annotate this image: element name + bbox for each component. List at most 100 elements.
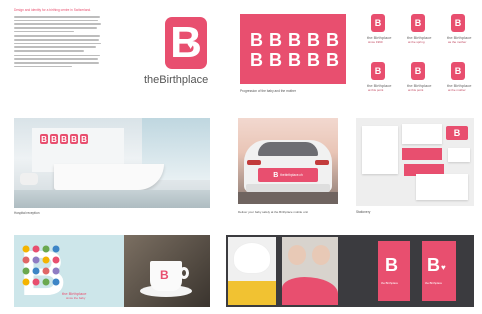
variation-b-5: B — [326, 30, 339, 50]
grid-logo-sub-2: at the spring — [408, 40, 425, 44]
grid-logo-b-3: B — [451, 14, 465, 32]
book-baby-figure-16 — [52, 278, 60, 286]
logo-heart-icon: ♥ — [187, 38, 195, 52]
car-ground — [238, 192, 338, 204]
book-baby-figure-5 — [22, 256, 30, 264]
variation-b-7: B — [269, 50, 282, 70]
reception-caption: Hospital reception — [14, 211, 40, 215]
sign-b-4: B — [70, 134, 78, 144]
sign-b-3: B — [60, 134, 68, 144]
reception-floor — [14, 190, 210, 208]
mug-photo: B — [124, 235, 210, 307]
wordmark-name: Birthplace — [159, 74, 209, 86]
poster-pink-1-label: the Birthplace — [381, 281, 399, 285]
car-caption: Deliver your baby safely at the Birthpla… — [238, 210, 308, 214]
book-baby-figure-15 — [42, 278, 50, 286]
reception-chair — [20, 173, 38, 185]
book-baby-figure-2 — [32, 245, 40, 253]
book-baby-figure-7 — [42, 256, 50, 264]
logo-b-mark: B — [165, 17, 207, 69]
sign-b-2: B — [50, 134, 58, 144]
variation-b-9: B — [307, 50, 320, 70]
reception-sign: B B B B B — [40, 134, 88, 144]
mug-logo: B — [160, 268, 169, 282]
book-baby-figure-1 — [22, 245, 30, 253]
envelope-1 — [402, 124, 442, 144]
envelope-2 — [416, 174, 468, 200]
baby-face-1 — [288, 245, 306, 265]
book-baby-figure-3 — [42, 245, 50, 253]
business-card — [448, 148, 470, 162]
car-rear-window — [258, 142, 318, 156]
car-plate-b: B — [273, 171, 279, 179]
car-tail-light-right — [315, 160, 329, 165]
poster-1-yellow — [228, 281, 276, 305]
book-baby-figure-12 — [52, 267, 60, 275]
grid-logo-sub-4: at this point — [368, 88, 384, 92]
poster-pink-2-b: B — [427, 255, 440, 275]
poster-pink-1-b: B — [385, 255, 398, 275]
posters-panel: B the Birthplace B ♥ the Birthplace — [226, 235, 474, 307]
intro-paragraph-3 — [14, 54, 102, 68]
main-logo: B ♥ theBirthplace — [140, 17, 240, 97]
intro-paragraph-2 — [14, 35, 102, 52]
car-tail-light-left — [247, 160, 261, 165]
logo-b-letter: B — [170, 18, 202, 67]
poster-2-pink — [282, 277, 338, 305]
letterhead — [362, 126, 398, 174]
car-photo: B thebirthplace.ch — [238, 118, 338, 204]
card-pink-strip-1 — [402, 148, 442, 160]
stationery-photo: B — [356, 118, 474, 206]
variation-b-3: B — [288, 30, 301, 50]
grid-logo-sub-1: since 1990 — [368, 40, 383, 44]
variations-graphic: B B B B BB B B B B — [250, 30, 339, 70]
poster-baby-1 — [228, 237, 276, 305]
grid-logo-b-2: B — [411, 14, 425, 32]
book-baby-figure-8 — [52, 256, 60, 264]
book-baby-figure-13 — [22, 278, 30, 286]
intro-paragraph-1 — [14, 16, 102, 33]
grid-logo-b-1: B — [371, 14, 385, 32]
book-baby-figure-11 — [42, 267, 50, 275]
grid-logo-b-6: B — [451, 62, 465, 80]
variation-b-2: B — [269, 30, 282, 50]
car-bumper — [246, 184, 330, 192]
baby-face-2 — [312, 245, 330, 265]
poster-pink-2: B ♥ the Birthplace — [422, 241, 456, 301]
variation-b-10: B — [326, 50, 339, 70]
sign-b-5: B — [80, 134, 88, 144]
book-cover: B the Birthplace since the baby — [14, 235, 124, 307]
book-baby-figure-9 — [22, 267, 30, 275]
variation-b-8: B — [288, 50, 301, 70]
poster-1-heart — [234, 243, 270, 273]
mug-handle — [179, 267, 189, 279]
poster-pink-2-label: the Birthplace — [425, 281, 443, 285]
grid-logo-sub-3: as the mother — [448, 40, 467, 44]
reception-desk — [54, 164, 164, 190]
book-baby-figure-10 — [32, 267, 40, 275]
stationery-caption: Stationery — [356, 210, 371, 214]
variations-panel: BBBBBBBBBB — [240, 14, 346, 84]
intro-text-block: Design and identity for a birthing centr… — [14, 8, 102, 103]
car-plate-text: thebirthplace.ch — [280, 173, 303, 177]
card-1-letter: B — [453, 128, 461, 138]
book-baby-figure-14 — [32, 278, 40, 286]
sign-b-1: B — [40, 134, 48, 144]
grid-logo-b-4: B — [371, 62, 385, 80]
variation-b-6: B — [250, 50, 263, 70]
book-baby-figure-4 — [52, 245, 60, 253]
book-baby-figure-6 — [32, 256, 40, 264]
poster-pink-1: B the Birthplace — [378, 241, 410, 301]
reception-photo: B B B B B — [14, 118, 210, 208]
logo-grid: Bthe Birthplace since 1990 Bthe Birthplace… — [355, 8, 475, 104]
variations-caption: Progression of the baby and the mother — [240, 89, 296, 93]
poster-baby-2 — [282, 237, 338, 305]
wordmark-the: the — [144, 74, 160, 86]
logo-wordmark: theBirthplace — [144, 74, 208, 86]
grid-logo-sub-5: at this point — [408, 88, 424, 92]
intro-heading: Design and identity for a birthing centr… — [14, 8, 92, 12]
grid-logo-sub-6: at the mother — [448, 88, 466, 92]
poster-pink-2-heart-icon: ♥ — [441, 263, 446, 272]
book-subtitle: since the baby — [66, 296, 86, 300]
grid-logo-b-5: B — [411, 62, 425, 80]
